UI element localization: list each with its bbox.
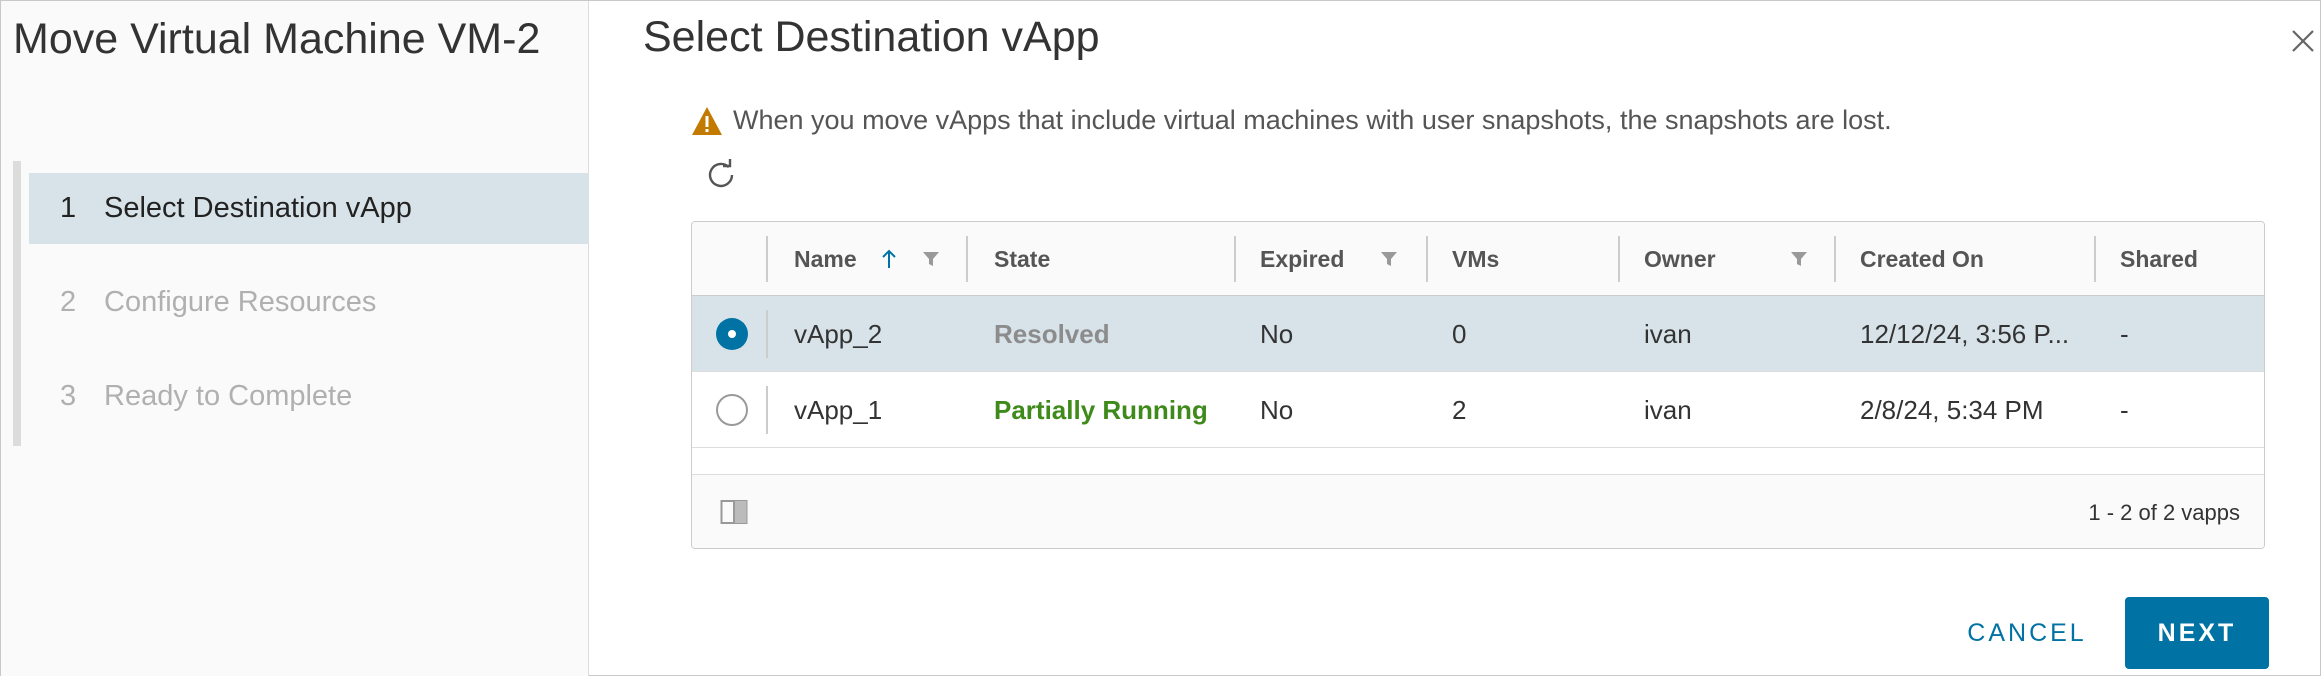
step-number: 3 <box>60 380 77 412</box>
step-label: Select Destination vApp <box>104 192 412 224</box>
cell-name: vApp_1 <box>794 394 883 425</box>
grid-header: Name State Expired VMs Owner Created On … <box>692 222 2264 296</box>
wizard-title: Move Virtual Machine VM-2 <box>13 15 541 63</box>
cancel-button[interactable]: CANCEL <box>1947 597 2107 669</box>
column-header-created-on[interactable]: Created On <box>1860 222 1984 296</box>
cell-name: vApp_2 <box>794 318 883 349</box>
wizard-step-ready-to-complete[interactable]: 3 Ready to Complete <box>29 361 589 432</box>
cell-vms: 2 <box>1452 394 1467 425</box>
column-toggle-icon[interactable] <box>720 499 748 525</box>
cell-created-on: 2/8/24, 5:34 PM <box>1860 394 2044 425</box>
cell-owner: ivan <box>1644 318 1692 349</box>
column-separator <box>1426 236 1428 282</box>
column-header-owner[interactable]: Owner <box>1644 222 1716 296</box>
warning-text: When you move vApps that include virtual… <box>733 105 1892 135</box>
column-header-shared[interactable]: Shared <box>2120 222 2198 296</box>
vapp-datagrid: Name State Expired VMs Owner Created On … <box>691 221 2265 549</box>
filter-icon[interactable] <box>1380 250 1398 268</box>
step-label: Configure Resources <box>104 286 377 318</box>
cell-state: Resolved <box>994 318 1110 349</box>
column-header-name[interactable]: Name <box>794 222 857 296</box>
filter-icon[interactable] <box>1790 250 1808 268</box>
cell-expired: No <box>1260 394 1294 425</box>
sort-ascending-icon[interactable] <box>880 248 898 270</box>
table-row[interactable]: vApp_2 Resolved No 0 ivan 12/12/24, 3:56… <box>692 296 2264 372</box>
cell-shared: - <box>2120 394 2129 425</box>
wizard-step-select-destination[interactable]: 1 Select Destination vApp <box>29 173 589 244</box>
column-header-vms[interactable]: VMs <box>1452 222 1499 296</box>
cell-owner: ivan <box>1644 394 1692 425</box>
column-header-state[interactable]: State <box>994 222 1050 296</box>
step-number: 2 <box>60 286 77 318</box>
step-track <box>13 161 21 446</box>
column-separator <box>1834 236 1836 282</box>
cell-state: Partially Running <box>994 394 1208 425</box>
column-separator <box>2094 236 2096 282</box>
refresh-icon[interactable] <box>701 155 741 195</box>
column-separator <box>1618 236 1620 282</box>
row-select-radio[interactable] <box>716 394 748 426</box>
column-header-expired[interactable]: Expired <box>1260 222 1344 296</box>
row-select-radio[interactable] <box>716 318 748 350</box>
column-separator <box>766 386 768 434</box>
close-icon[interactable] <box>2287 25 2319 57</box>
warning-triangle-icon <box>692 106 722 135</box>
filter-icon[interactable] <box>922 250 940 268</box>
column-separator <box>1234 236 1236 282</box>
wizard-sidebar: Move Virtual Machine VM-2 1 Select Desti… <box>1 1 589 676</box>
page-title: Select Destination vApp <box>643 13 1100 61</box>
cell-shared: - <box>2120 318 2129 349</box>
step-number: 1 <box>60 192 77 224</box>
grid-footer: 1 - 2 of 2 vapps <box>692 474 2264 548</box>
column-separator <box>766 310 768 358</box>
step-label: Ready to Complete <box>104 380 353 412</box>
column-separator <box>966 236 968 282</box>
cell-expired: No <box>1260 318 1294 349</box>
pagination-summary: 1 - 2 of 2 vapps <box>2088 500 2240 525</box>
table-row[interactable]: vApp_1 Partially Running No 2 ivan 2/8/2… <box>692 372 2264 448</box>
snapshot-warning: When you move vApps that include virtual… <box>691 105 1892 136</box>
cell-vms: 0 <box>1452 318 1467 349</box>
next-button[interactable]: NEXT <box>2125 597 2269 669</box>
wizard-step-configure-resources[interactable]: 2 Configure Resources <box>29 267 589 338</box>
move-vm-dialog: Move Virtual Machine VM-2 1 Select Desti… <box>0 0 2321 676</box>
column-separator <box>766 236 768 282</box>
cell-created-on: 12/12/24, 3:56 P... <box>1860 318 2070 349</box>
